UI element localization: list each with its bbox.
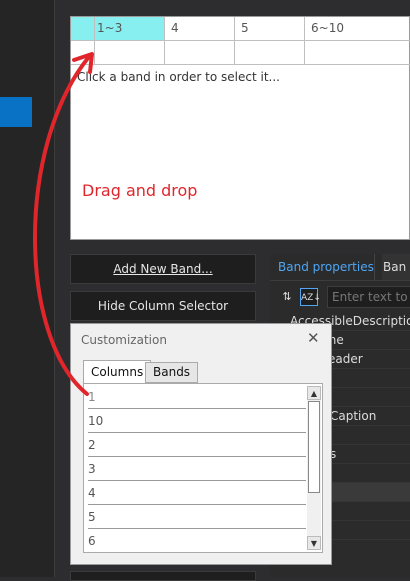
add-new-band-button[interactable]: Add New Band... xyxy=(70,254,256,284)
list-item[interactable]: 4 xyxy=(88,482,306,505)
band-column-row xyxy=(71,41,410,65)
left-selected-item[interactable] xyxy=(0,97,32,127)
dialog-title: Customization xyxy=(81,333,167,347)
list-item[interactable]: 6 xyxy=(88,530,306,553)
band-column-cell xyxy=(235,41,305,64)
list-item[interactable]: 5 xyxy=(88,506,306,529)
tab-band-properties[interactable]: Band properties xyxy=(270,254,382,280)
band-header-6-10[interactable]: 6~10 xyxy=(305,17,410,40)
list-item[interactable]: 2 xyxy=(88,434,306,457)
properties-tabbar: Band properties Ban xyxy=(270,254,410,281)
band-header-5[interactable]: 5 xyxy=(235,17,305,40)
scroll-down-icon[interactable]: ▼ xyxy=(307,536,321,550)
property-search-input[interactable]: Enter text to s xyxy=(327,286,410,308)
scroll-thumb[interactable] xyxy=(308,401,320,493)
panel-divider xyxy=(54,0,55,577)
scroll-up-icon[interactable]: ▲ xyxy=(307,386,321,400)
column-indicator-cell xyxy=(71,41,95,64)
list-item[interactable]: 3 xyxy=(88,458,306,481)
lower-button[interactable] xyxy=(70,571,256,581)
tab-bands-customization[interactable]: Bands xyxy=(145,362,199,383)
customization-dialog: Customization ✕ Columns Bands 1 10 2 3 4… xyxy=(70,323,332,565)
tab-columns[interactable]: Columns xyxy=(83,360,152,384)
band-header-4[interactable]: 4 xyxy=(165,17,235,40)
alphabetical-sort-icon[interactable]: AZ↓ xyxy=(300,288,321,306)
band-grid[interactable]: 1~3 4 5 6~10 Click a band in order to se… xyxy=(70,16,410,240)
drag-drop-annotation: Drag and drop xyxy=(82,181,198,200)
vertical-scrollbar[interactable]: ▲ ▼ xyxy=(307,386,321,550)
left-panel xyxy=(0,0,55,577)
band-column-cell xyxy=(305,41,410,64)
band-hint-text: Click a band in order to select it... xyxy=(77,70,280,84)
close-icon[interactable]: ✕ xyxy=(307,329,320,347)
add-new-band-label: Add New Band... xyxy=(113,262,213,276)
categorized-icon[interactable]: ⇅ xyxy=(278,288,296,306)
tab-bands[interactable]: Ban xyxy=(374,254,410,280)
band-column-cell xyxy=(95,41,165,64)
band-header-row: 1~3 4 5 6~10 xyxy=(71,17,410,41)
band-column-cell xyxy=(165,41,235,64)
band-header-1-3[interactable]: 1~3 xyxy=(95,17,165,40)
list-item[interactable]: 1 xyxy=(88,386,306,409)
hide-column-selector-button[interactable]: Hide Column Selector xyxy=(70,291,256,321)
list-item[interactable]: 10 xyxy=(88,410,306,433)
band-indicator-cell xyxy=(71,17,95,40)
column-list[interactable]: 1 10 2 3 4 5 6 ▲ ▼ xyxy=(83,383,323,553)
